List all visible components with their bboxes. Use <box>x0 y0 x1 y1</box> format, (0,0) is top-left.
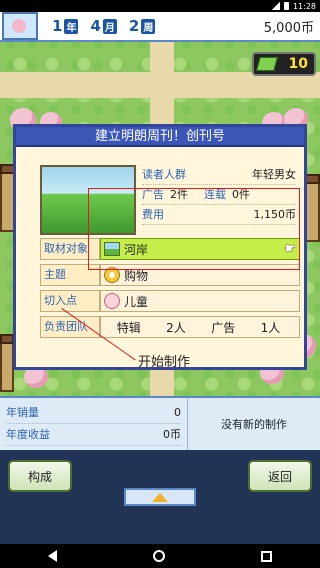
game-date: 1 年 4 月 2 周 <box>52 17 165 35</box>
sales-row: 年销量 0 <box>6 402 181 424</box>
option-angle-label: 切入点 <box>40 290 100 312</box>
child-icon <box>104 293 120 309</box>
arrow-up-icon <box>152 492 168 502</box>
month-unit: 月 <box>102 18 117 34</box>
team-count-ads: 1人 <box>260 320 281 335</box>
status-time: 11:28 <box>292 1 316 11</box>
income-label: 年度收益 <box>6 428 50 441</box>
book-icon <box>256 57 278 71</box>
year-number: 1 <box>52 17 63 35</box>
option-angle-text: 儿童 <box>124 294 149 309</box>
readers-value: 年轻男女 <box>252 168 296 181</box>
start-production-button[interactable]: 开始制作 <box>134 351 194 370</box>
scroll-up-button[interactable] <box>124 488 196 506</box>
system-nav-bar <box>0 544 320 568</box>
income-row: 年度收益 0币 <box>6 424 181 446</box>
news-message: 没有新的制作 <box>221 418 287 431</box>
signal-icon <box>271 2 280 10</box>
company-icon[interactable] <box>2 12 38 40</box>
year-unit: 年 <box>64 18 79 34</box>
stats-panel: 年销量 0 年度收益 0币 没有新的制作 <box>0 396 320 450</box>
nav-home-icon[interactable] <box>153 550 165 562</box>
nav-recents-icon[interactable] <box>261 550 272 562</box>
week-unit: 周 <box>141 18 156 34</box>
team-count-special: 2人 <box>166 320 186 335</box>
sales-value: 0 <box>174 406 181 419</box>
income-value: 0币 <box>163 428 181 441</box>
top-hud: 1 年 4 月 2 周 5,000币 <box>0 12 320 42</box>
readers-row: 读者人群 年轻男女 <box>142 165 296 185</box>
team-role-special: 特辑 <box>116 320 141 335</box>
option-angle-value[interactable]: 儿童 <box>100 290 300 312</box>
back-button[interactable]: 返回 <box>248 460 312 492</box>
month-number: 4 <box>90 17 101 35</box>
battery-icon <box>283 2 289 10</box>
readers-label: 读者人群 <box>142 168 186 181</box>
annotation-rectangle <box>88 188 300 270</box>
week-number: 2 <box>128 17 140 35</box>
compose-button[interactable]: 构成 <box>8 460 72 492</box>
ticket-badge[interactable]: 10 <box>252 52 316 76</box>
team-label: 负责团队 <box>40 316 100 338</box>
nav-back-icon[interactable] <box>48 550 57 562</box>
team-value[interactable]: 特辑 2人 广告 1人 <box>100 316 300 338</box>
team-details: 特辑 2人 广告 1人 <box>104 319 299 336</box>
sales-label: 年销量 <box>6 406 39 419</box>
dialog-title: 建立明朗周刊！创刊号 <box>16 127 304 147</box>
money-display: 5,000币 <box>263 20 314 36</box>
stats-left: 年销量 0 年度收益 0币 <box>0 398 188 450</box>
option-angle[interactable]: 切入点 儿童 <box>40 290 300 312</box>
status-bar: 11:28 <box>0 0 320 12</box>
ticket-count: 10 <box>288 56 308 72</box>
team-role-ads: 广告 <box>211 320 236 335</box>
